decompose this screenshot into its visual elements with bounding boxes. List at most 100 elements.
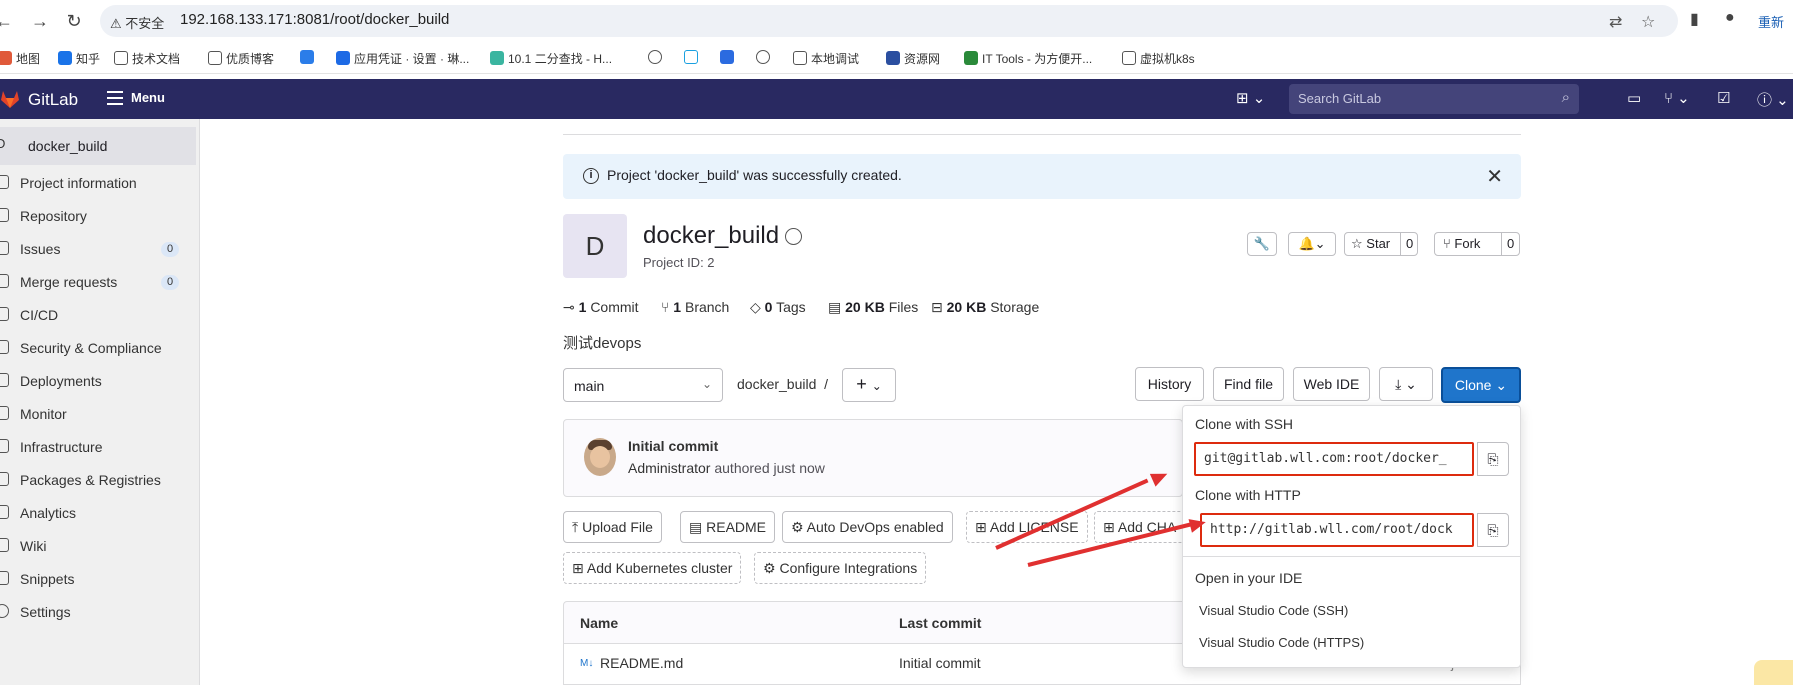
breadcrumb[interactable]: docker_build / [737, 376, 828, 392]
configure-integrations-button[interactable]: ⚙ Configure Integrations [754, 552, 927, 584]
sidebar-item-snippets[interactable]: Snippets [0, 565, 196, 593]
bookmark-item[interactable] [756, 50, 774, 65]
bookmark-item[interactable] [648, 50, 666, 65]
clone-dropdown: Clone with SSH git@gitlab.wll.com:root/d… [1182, 405, 1521, 668]
gitlab-header: GitLab Menu ⊞ ⌄ Search GitLab ⌕ ▭ ⑂ ⌄ ☑ … [0, 79, 1793, 119]
todo-icon[interactable]: ☑ [1717, 89, 1730, 107]
copy-ssh-button[interactable]: ⎘ [1477, 442, 1509, 476]
insecure-indicator[interactable]: ⚠ 不安全 [110, 13, 164, 32]
alert-text: Project 'docker_build' was successfully … [607, 167, 902, 183]
gitlab-logo-icon[interactable] [0, 89, 20, 109]
auto-devops-button[interactable]: ⚙ Auto DevOps enabled [782, 511, 953, 543]
bookmark-item[interactable]: 知乎 [58, 50, 100, 67]
bookmark-item[interactable] [300, 50, 318, 65]
web-ide-button[interactable]: Web IDE [1293, 367, 1370, 401]
sidebar-item-repository[interactable]: Repository [0, 202, 196, 230]
star-button[interactable]: ☆ Star 0 [1344, 232, 1418, 256]
commits-stat[interactable]: ⊸ 1 Commit [563, 299, 639, 316]
folder-icon [1122, 51, 1136, 65]
merge-requests-icon[interactable]: ⑂ ⌄ [1664, 89, 1690, 107]
sidebar-item-deployments[interactable]: Deployments [0, 367, 196, 395]
sidebar-item-issues[interactable]: Issues 0 [0, 235, 196, 263]
sidebar-item-merge-requests[interactable]: Merge requests 0 [0, 268, 196, 296]
project-id: Project ID: 2 [643, 255, 715, 270]
upload-file-button[interactable]: ⤒ Upload File [563, 511, 662, 543]
reload-icon[interactable]: ↻ [62, 9, 86, 33]
history-button[interactable]: History [1135, 367, 1204, 401]
bookmark-item[interactable]: 地图 [0, 50, 40, 67]
sidebar-item-analytics[interactable]: Analytics [0, 499, 196, 527]
bookmark-item[interactable]: 虚拟机k8s [1122, 50, 1195, 67]
gitlab-brand[interactable]: GitLab [28, 90, 78, 110]
http-url-field[interactable]: http://gitlab.wll.com/root/dock [1200, 513, 1474, 547]
sidebar-item-settings[interactable]: Settings [0, 598, 196, 626]
doc-icon [0, 208, 9, 222]
help-icon[interactable]: ⓘ ⌄ [1757, 89, 1789, 110]
search-placeholder: Search GitLab [1298, 91, 1382, 106]
add-file-button[interactable]: + ⌄ [842, 368, 896, 402]
ssh-url-field[interactable]: git@gitlab.wll.com:root/docker_ [1194, 442, 1474, 476]
sidepanel-icon[interactable]: ▮ [1690, 9, 1699, 29]
bookmark-item[interactable]: 资源网 [886, 50, 940, 67]
branches-stat[interactable]: ⑂ 1 Branch [661, 299, 729, 315]
bookmark-item[interactable]: 本地调试 [793, 50, 859, 67]
notification-button[interactable]: 🔔⌄ [1288, 232, 1336, 256]
hamburger-icon[interactable] [107, 91, 123, 105]
sidebar-item-infrastructure[interactable]: Infrastructure [0, 433, 196, 461]
download-button[interactable]: ⤓ ⌄ [1379, 367, 1433, 401]
fork-button[interactable]: ⑂ Fork 0 [1434, 232, 1520, 256]
menu-button[interactable]: Menu [131, 90, 165, 105]
sidebar-item-cicd[interactable]: CI/CD [0, 301, 196, 329]
new-item-icon[interactable]: ⊞ ⌄ [1236, 89, 1265, 107]
file-name[interactable]: README.md [600, 655, 683, 671]
copy-http-button[interactable]: ⎘ [1477, 513, 1509, 547]
branch-selector[interactable]: main ⌄ [563, 368, 723, 402]
sidebar-item-monitor[interactable]: Monitor [0, 400, 196, 428]
sidebar-item-wiki[interactable]: Wiki [0, 532, 196, 560]
tags-stat[interactable]: ◇ 0 Tags [750, 299, 806, 316]
rocket-icon [0, 307, 9, 321]
close-icon[interactable]: ✕ [1486, 164, 1503, 189]
bookmark-item[interactable]: 技术文档 [114, 50, 180, 67]
success-alert: i Project 'docker_build' was successfull… [563, 154, 1521, 199]
storage-stat[interactable]: ⊟ 20 KB Storage [931, 299, 1039, 316]
bookmark-item[interactable]: 优质博客 [208, 50, 274, 67]
vscode-ssh-option[interactable]: Visual Studio Code (SSH) [1199, 603, 1348, 618]
bookmark-item[interactable]: 10.1 二分查找 - H... [490, 50, 612, 67]
search-input[interactable]: Search GitLab ⌕ [1289, 84, 1579, 114]
bookmark-item[interactable]: 应用凭证 · 设置 · 琳... [336, 50, 469, 67]
col-last-commit: Last commit [899, 615, 982, 631]
translate-icon[interactable]: ⇄ [1609, 12, 1622, 32]
floating-widget[interactable] [1754, 660, 1793, 685]
files-stat[interactable]: ▤ 20 KB Files [828, 299, 918, 316]
monitor-icon [0, 406, 9, 420]
find-file-button[interactable]: Find file [1213, 367, 1284, 401]
profile-icon[interactable]: ● [1725, 9, 1735, 27]
globe-icon [648, 50, 662, 64]
issues-icon[interactable]: ▭ [1627, 89, 1641, 107]
back-icon[interactable]: ← [0, 9, 16, 33]
sidebar-project-header[interactable]: D docker_build [0, 127, 196, 165]
bookmark-star-icon[interactable]: ☆ [1641, 12, 1655, 32]
project-avatar: D [563, 214, 627, 278]
update-button[interactable]: 重新 [1758, 12, 1784, 31]
readme-button[interactable]: ▤ README [680, 511, 776, 543]
bookmark-item[interactable] [720, 50, 738, 65]
commit-title[interactable]: Initial commit [628, 438, 718, 454]
bookmark-item[interactable] [684, 50, 702, 65]
bookmark-item[interactable]: IT Tools - 为方便开... [964, 50, 1092, 67]
url-text[interactable]: 192.168.133.171:8081/root/docker_build [180, 11, 449, 28]
sidebar-item-packages[interactable]: Packages & Registries [0, 466, 196, 494]
clone-button[interactable]: Clone ⌄ [1441, 367, 1521, 403]
vscode-https-option[interactable]: Visual Studio Code (HTTPS) [1199, 635, 1364, 650]
settings-wrench-button[interactable]: 🔧 [1247, 232, 1277, 256]
map-pin-icon [0, 51, 12, 65]
forward-icon[interactable]: → [28, 9, 52, 33]
file-last-commit[interactable]: Initial commit [899, 655, 981, 671]
chevron-down-icon: ⌄ [701, 377, 712, 391]
sidebar-item-project-information[interactable]: Project information [0, 169, 196, 197]
sidebar-item-security[interactable]: Security & Compliance [0, 334, 196, 362]
project-avatar: D [0, 136, 6, 151]
address-bar[interactable]: ⚠ 不安全 192.168.133.171:8081/root/docker_b… [100, 5, 1678, 37]
add-kubernetes-button[interactable]: ⊞ Add Kubernetes cluster [563, 552, 742, 584]
